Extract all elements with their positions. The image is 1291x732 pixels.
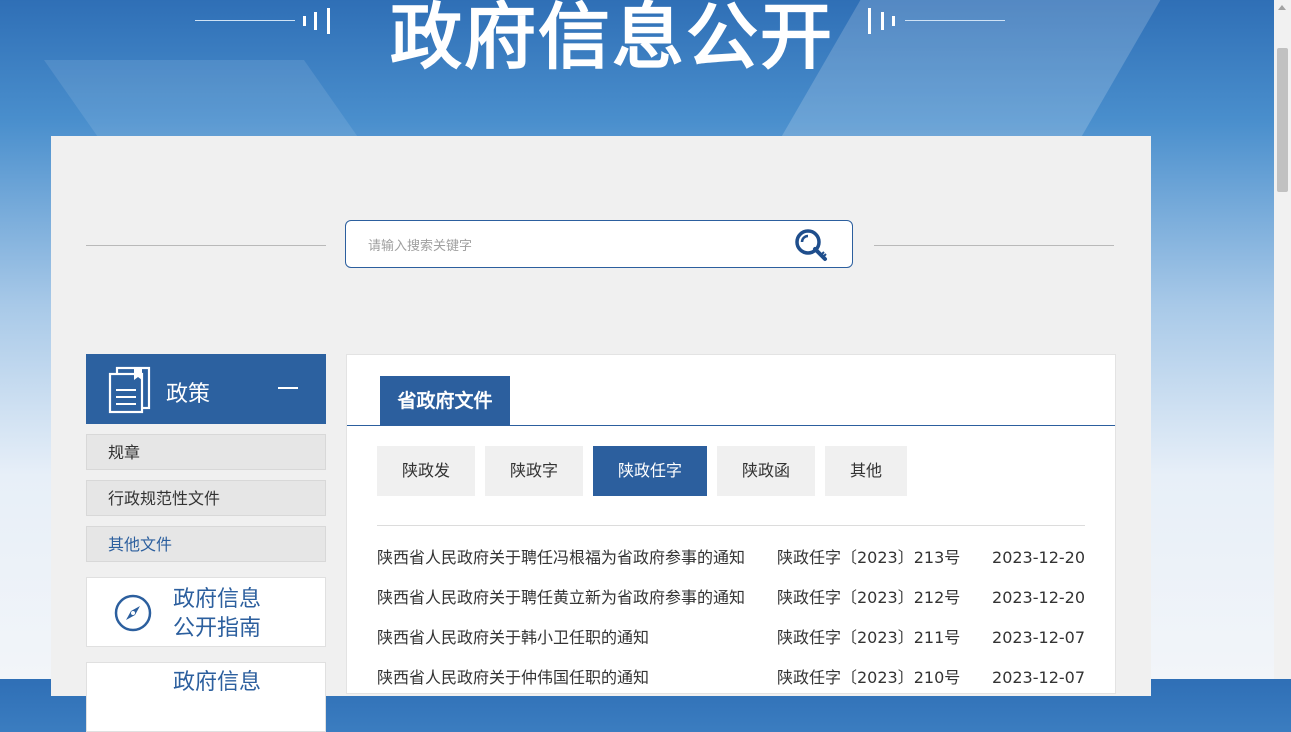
table-row[interactable]: 陕西省人民政府关于聘任冯根福为省政府参事的通知 陕政任字〔2023〕213号 2…: [377, 538, 1087, 578]
document-title[interactable]: 陕西省人民政府关于聘任黄立新为省政府参事的通知: [377, 578, 745, 618]
table-row[interactable]: 陕西省人民政府关于仲伟国任职的通知 陕政任字〔2023〕210号 2023-12…: [377, 658, 1087, 698]
search-divider-right: [874, 245, 1114, 246]
sidebar-header-policy[interactable]: 政策: [86, 354, 326, 424]
search-input[interactable]: [366, 233, 770, 259]
collapse-icon[interactable]: [278, 387, 298, 389]
banner-decor-line-right: [905, 20, 1005, 21]
document-number: 陕政任字〔2023〕210号: [777, 668, 961, 687]
sidebar-item-normative-documents[interactable]: 行政规范性文件: [86, 480, 326, 516]
banner-title: 政府信息公开: [390, 0, 835, 79]
banner-decor-line-left: [195, 20, 295, 21]
search-divider-left: [86, 245, 326, 246]
document-title[interactable]: 陕西省人民政府关于仲伟国任职的通知: [377, 658, 649, 698]
document-date: 2023-12-20: [992, 548, 1085, 567]
sidebar-card-label-line2: 公开指南: [173, 616, 262, 641]
subtab-shaanzhengrenzi[interactable]: 陕政任字: [593, 446, 707, 496]
subtab-shaanzhengzi[interactable]: 陕政字: [485, 446, 583, 496]
sidebar-header-label: 政策: [166, 382, 211, 407]
banner-decor-bars-right: [868, 8, 898, 34]
sidebar-item-regulations[interactable]: 规章: [86, 434, 326, 470]
document-title[interactable]: 陕西省人民政府关于韩小卫任职的通知: [377, 618, 649, 658]
page-scrollbar[interactable]: [1274, 0, 1291, 679]
document-date: 2023-12-07: [992, 628, 1085, 647]
sidebar-card-label-line1: 政府信息: [173, 587, 262, 612]
list-divider: [377, 525, 1085, 526]
subtab-shaanzhenghan[interactable]: 陕政函: [717, 446, 815, 496]
banner-decor-bars-left: [303, 8, 333, 34]
sidebar-card-government-info[interactable]: 政府信息: [86, 662, 326, 732]
document-number: 陕政任字〔2023〕211号: [777, 628, 961, 647]
tab-underline: [347, 425, 1115, 426]
tab-provincial-documents[interactable]: 省政府文件: [380, 376, 510, 426]
sidebar-card-label-line1: 政府信息: [173, 670, 262, 695]
document-icon: [108, 366, 152, 418]
document-date: 2023-12-07: [992, 668, 1085, 687]
sidebar-item-other-documents[interactable]: 其他文件: [86, 526, 326, 562]
scrollbar-thumb[interactable]: [1277, 48, 1288, 192]
subtab-other[interactable]: 其他: [825, 446, 907, 496]
subtab-shaanzhengfa[interactable]: 陕政发: [377, 446, 475, 496]
table-row[interactable]: 陕西省人民政府关于聘任黄立新为省政府参事的通知 陕政任字〔2023〕212号 2…: [377, 578, 1087, 618]
document-date: 2023-12-20: [992, 588, 1085, 607]
document-title[interactable]: 陕西省人民政府关于聘任冯根福为省政府参事的通知: [377, 538, 745, 578]
search-box: [345, 220, 853, 268]
compass-icon: [113, 593, 153, 637]
search-key-icon: [795, 229, 827, 261]
document-number: 陕政任字〔2023〕212号: [777, 588, 961, 607]
scroll-up-arrow-icon[interactable]: [1278, 5, 1286, 10]
search-button[interactable]: [792, 227, 832, 263]
table-row[interactable]: 陕西省人民政府关于韩小卫任职的通知 陕政任字〔2023〕211号 2023-12…: [377, 618, 1087, 658]
document-list-panel: 省政府文件 陕政发 陕政字 陕政任字 陕政函 其他 陕西省人民政府关于聘任冯根福…: [346, 354, 1116, 694]
sidebar-card-disclosure-guide[interactable]: 政府信息 公开指南: [86, 577, 326, 647]
document-number: 陕政任字〔2023〕213号: [777, 548, 961, 567]
